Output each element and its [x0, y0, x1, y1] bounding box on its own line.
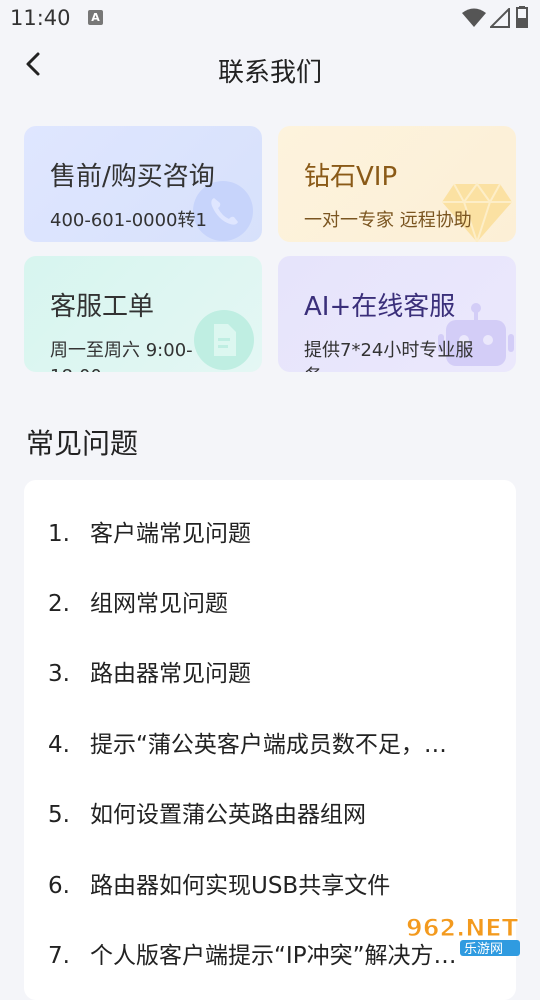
faq-item[interactable]: 3. 路由器常见问题 [48, 654, 500, 688]
faq-item-number: 2. [48, 591, 70, 617]
faq-item-text: 如何设置蒲公英路由器组网 [90, 802, 366, 828]
card-service-ticket[interactable]: 客服工单 周一至周六 9:00-18:00 [24, 256, 262, 372]
faq-item[interactable]: 1. 客户端常见问题 [48, 514, 500, 548]
faq-item-number: 5. [48, 802, 70, 828]
watermark-text: 962.NET [406, 914, 519, 942]
faq-item-number: 6. [48, 873, 70, 899]
signal-icon [490, 8, 510, 28]
faq-item[interactable]: 5. 如何设置蒲公英路由器组网 [48, 795, 500, 829]
card-presales[interactable]: 售前/购买咨询 400-601-0000转1 [24, 126, 262, 242]
card-title: 钻石VIP [304, 162, 398, 192]
card-subtitle: 一对一专家 远程协助 [304, 210, 472, 231]
faq-item[interactable]: 2. 组网常见问题 [48, 584, 500, 618]
status-bar: 11:40 A [0, 0, 540, 36]
card-title: 客服工单 [50, 292, 155, 322]
card-ai-online-service[interactable]: AI+在线客服 提供7*24小时专业服务 [278, 256, 516, 372]
notification-icon: A [88, 10, 103, 25]
page-title: 联系我们 [217, 58, 322, 88]
watermark-logo: 962.NET 乐游网 [406, 914, 520, 957]
faq-item-number: 1. [48, 521, 70, 547]
card-title: AI+在线客服 [304, 292, 456, 322]
status-time: 11:40 [10, 6, 71, 30]
card-subtitle: 提供7*24小时专业服务 [304, 340, 474, 372]
faq-section-title: 常见问题 [26, 427, 139, 460]
card-subtitle: 周一至周六 9:00-18:00 [50, 340, 193, 372]
card-title: 售前/购买咨询 [50, 162, 215, 192]
wifi-icon [462, 8, 486, 27]
faq-item-number: 7. [48, 943, 70, 969]
faq-item-text: 组网常见问题 [90, 591, 228, 617]
faq-item-text: 客户端常见问题 [90, 521, 251, 547]
card-diamond-vip[interactable]: 钻石VIP 一对一专家 远程协助 [278, 126, 516, 242]
faq-item-text: 路由器常见问题 [90, 661, 251, 687]
faq-item-text: 提示“蒲公英客户端成员数不足，… [90, 732, 447, 758]
faq-item-text: 路由器如何实现USB共享文件 [90, 873, 391, 899]
card-subtitle: 400-601-0000转1 [50, 210, 207, 231]
header: 联系我们 [0, 40, 540, 96]
faq-item-number: 4. [48, 732, 70, 758]
battery-icon [516, 6, 528, 28]
faq-item[interactable]: 6. 路由器如何实现USB共享文件 [48, 866, 500, 900]
watermark-subtext: 乐游网 [464, 942, 503, 957]
faq-item-number: 3. [48, 661, 70, 687]
faq-item[interactable]: 4. 提示“蒲公英客户端成员数不足，… [48, 725, 500, 759]
